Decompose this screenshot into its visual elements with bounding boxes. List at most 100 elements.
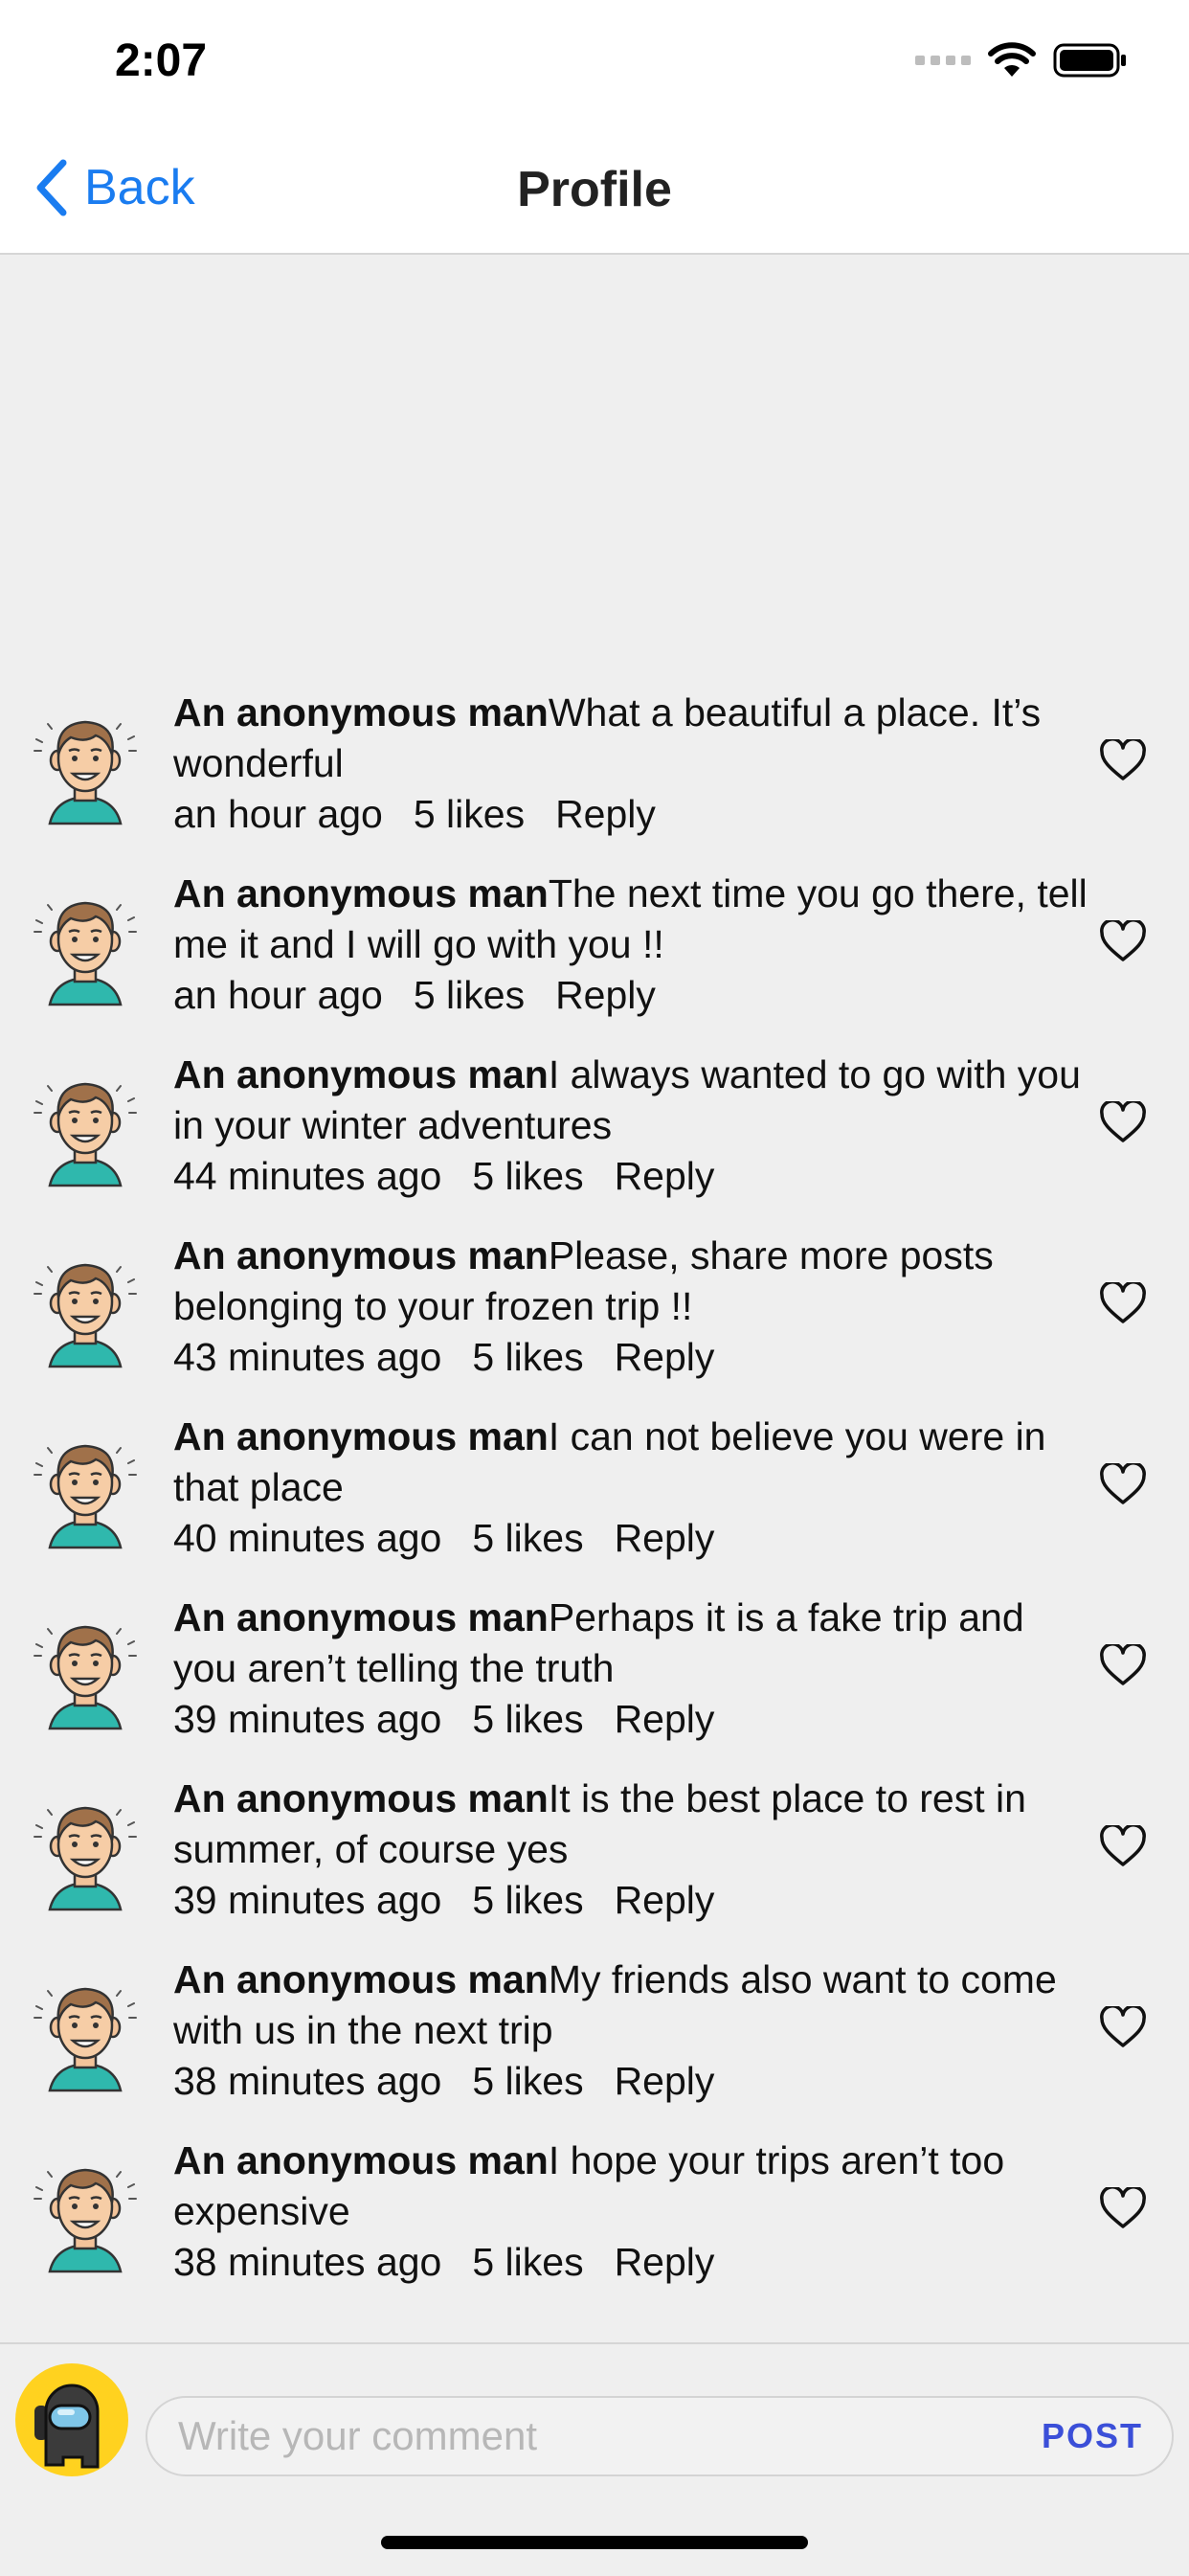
comment-meta: 38 minutes ago 5 likes Reply	[173, 2056, 1092, 2107]
comment-text: An anonymous manThe next time you go the…	[173, 869, 1092, 970]
comment-body: An anonymous manWhat a beautiful a place…	[173, 688, 1092, 840]
status-bar: 2:07	[0, 0, 1189, 124]
heart-icon[interactable]	[1099, 2006, 1147, 2048]
reply-button[interactable]: Reply	[615, 1875, 715, 1926]
comment-time: 40 minutes ago	[173, 1516, 442, 1560]
comment-text: An anonymous manPerhaps it is a fake tri…	[173, 1593, 1092, 1694]
comment-meta: 43 minutes ago 5 likes Reply	[173, 1332, 1092, 1383]
comment-author: An anonymous man	[173, 871, 549, 915]
wifi-icon	[988, 42, 1036, 77]
comment-row: An anonymous manI hope your trips aren’t…	[0, 2118, 1189, 2299]
comment-meta: an hour ago 5 likes Reply	[173, 970, 1092, 1021]
comment-time: 38 minutes ago	[173, 2059, 442, 2103]
navigation-bar: Back Profile	[0, 124, 1189, 255]
comment-likes: 5 likes	[472, 1878, 584, 1922]
comment-body: An anonymous manIt is the best place to …	[173, 1774, 1092, 1926]
comment-time: an hour ago	[173, 792, 383, 836]
comment-meta: 39 minutes ago 5 likes Reply	[173, 1694, 1092, 1745]
comment-row: An anonymous manI always wanted to go wi…	[0, 1032, 1189, 1213]
comment-time: 43 minutes ago	[173, 1335, 442, 1379]
comment-likes: 5 likes	[413, 792, 526, 836]
comment-author: An anonymous man	[173, 1595, 549, 1639]
commenter-avatar	[34, 1987, 137, 2092]
comment-meta: 44 minutes ago 5 likes Reply	[173, 1151, 1092, 1202]
comment-row: An anonymous manPlease, share more posts…	[0, 1213, 1189, 1394]
reply-button[interactable]: Reply	[615, 2056, 715, 2107]
heart-icon[interactable]	[1099, 1825, 1147, 1867]
comment-text: An anonymous manI hope your trips aren’t…	[173, 2135, 1092, 2237]
comment-text: An anonymous manI can not believe you we…	[173, 1412, 1092, 1513]
reply-button[interactable]: Reply	[615, 1694, 715, 1745]
comment-likes: 5 likes	[472, 1335, 584, 1379]
comment-row: An anonymous manWhat a beautiful a place…	[0, 670, 1189, 851]
reply-button[interactable]: Reply	[615, 1513, 715, 1564]
comment-body: An anonymous manThe next time you go the…	[173, 869, 1092, 1021]
comment-text: An anonymous manMy friends also want to …	[173, 1955, 1092, 2056]
heart-icon[interactable]	[1099, 920, 1147, 962]
heart-icon[interactable]	[1099, 1282, 1147, 1324]
reply-button[interactable]: Reply	[555, 789, 656, 840]
comment-author: An anonymous man	[173, 690, 549, 734]
comment-row: An anonymous manMy friends also want to …	[0, 1937, 1189, 2118]
comment-meta: an hour ago 5 likes Reply	[173, 789, 1092, 840]
comment-likes: 5 likes	[472, 1697, 584, 1741]
page-title: Profile	[517, 162, 672, 217]
comment-text: An anonymous manWhat a beautiful a place…	[173, 688, 1092, 789]
comment-meta: 38 minutes ago 5 likes Reply	[173, 2237, 1092, 2288]
commenter-avatar	[34, 1625, 137, 1730]
comment-likes: 5 likes	[472, 2240, 584, 2284]
comment-body: An anonymous manI always wanted to go wi…	[173, 1050, 1092, 1202]
commenter-avatar	[34, 720, 137, 825]
reply-button[interactable]: Reply	[615, 1151, 715, 1202]
comment-body: An anonymous manI hope your trips aren’t…	[173, 2135, 1092, 2288]
comment-author: An anonymous man	[173, 1414, 549, 1458]
comment-text: An anonymous manIt is the best place to …	[173, 1774, 1092, 1875]
comment-body: An anonymous manI can not believe you we…	[173, 1412, 1092, 1564]
comment-list: An anonymous manWhat a beautiful a place…	[0, 670, 1189, 2299]
comment-likes: 5 likes	[472, 2059, 584, 2103]
heart-icon[interactable]	[1099, 1101, 1147, 1143]
commenter-avatar	[34, 1263, 137, 1368]
comment-meta: 40 minutes ago 5 likes Reply	[173, 1513, 1092, 1564]
comment-meta: 39 minutes ago 5 likes Reply	[173, 1875, 1092, 1926]
home-indicator	[381, 2536, 808, 2549]
comment-input[interactable]	[146, 2396, 1174, 2476]
commenter-avatar	[34, 1806, 137, 1911]
heart-icon[interactable]	[1099, 739, 1147, 781]
comment-time: 38 minutes ago	[173, 2240, 442, 2284]
crewmate-avatar-icon	[34, 2384, 100, 2469]
comment-author: An anonymous man	[173, 1776, 549, 1820]
status-icons	[915, 42, 1128, 79]
reply-button[interactable]: Reply	[615, 1332, 715, 1383]
battery-icon	[1053, 43, 1126, 78]
comment-row: An anonymous manPerhaps it is a fake tri…	[0, 1575, 1189, 1756]
comment-author: An anonymous man	[173, 1052, 549, 1096]
commenter-avatar	[34, 2168, 137, 2273]
commenter-avatar	[34, 901, 137, 1006]
comment-author: An anonymous man	[173, 2138, 549, 2182]
heart-icon[interactable]	[1099, 1644, 1147, 1686]
comment-author: An anonymous man	[173, 1957, 549, 2001]
commenter-avatar	[34, 1444, 137, 1549]
comment-body: An anonymous manPlease, share more posts…	[173, 1231, 1092, 1383]
heart-icon[interactable]	[1099, 1463, 1147, 1505]
status-time: 2:07	[115, 35, 208, 86]
comment-row: An anonymous manThe next time you go the…	[0, 851, 1189, 1032]
comment-likes: 5 likes	[413, 973, 526, 1017]
reply-button[interactable]: Reply	[555, 970, 656, 1021]
reply-button[interactable]: Reply	[615, 2237, 715, 2288]
comment-time: 44 minutes ago	[173, 1154, 442, 1198]
post-button[interactable]: POST	[1042, 2411, 1143, 2461]
comment-body: An anonymous manPerhaps it is a fake tri…	[173, 1593, 1092, 1745]
user-avatar	[15, 2363, 128, 2476]
cellular-signal-icon	[915, 56, 971, 65]
comment-body: An anonymous manMy friends also want to …	[173, 1955, 1092, 2107]
comment-text: An anonymous manPlease, share more posts…	[173, 1231, 1092, 1332]
comment-time: 39 minutes ago	[173, 1878, 442, 1922]
comment-text: An anonymous manI always wanted to go wi…	[173, 1050, 1092, 1151]
heart-icon[interactable]	[1099, 2187, 1147, 2229]
comment-time: an hour ago	[173, 973, 383, 1017]
commenter-avatar	[34, 1082, 137, 1187]
comment-author: An anonymous man	[173, 1233, 549, 1277]
comment-time: 39 minutes ago	[173, 1697, 442, 1741]
